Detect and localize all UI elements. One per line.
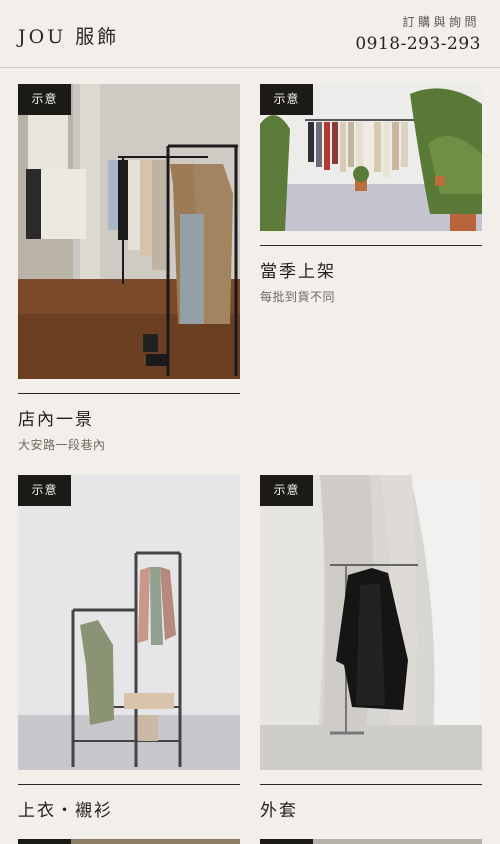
card-divider xyxy=(18,393,240,394)
card-divider xyxy=(260,784,482,785)
order-inquiry-label: 訂購與詢問 xyxy=(402,15,480,29)
card-title: 當季上架 xyxy=(260,262,336,282)
illustrative-badge: 示意 xyxy=(260,475,313,506)
illustrative-badge: 示意 xyxy=(18,475,71,506)
illustrative-badge: 示意 xyxy=(260,84,313,115)
card-subtitle: 大安路一段巷內 xyxy=(18,438,106,452)
card-divider xyxy=(260,245,482,246)
new-arrivals-photo: 示意 xyxy=(260,84,482,231)
site-header: JOU 服飾 訂購與詢問 0918-293-293 xyxy=(0,0,500,68)
gallery-card-coats[interactable]: 示意 外套 xyxy=(260,475,482,821)
card-divider xyxy=(18,784,240,785)
card-title: 上衣・襯衫 xyxy=(18,801,113,821)
gallery-card-tops-shirts[interactable]: 示意 上衣・襯衫 xyxy=(18,475,240,821)
brand-logo[interactable]: JOU 服飾 xyxy=(18,22,119,49)
coat-rack-photo: 示意 xyxy=(260,475,482,770)
next-card-photo-edge xyxy=(260,839,482,844)
store-interior-photo: 示意 xyxy=(18,84,240,379)
card-title: 外套 xyxy=(260,801,298,821)
tops-rack-photo: 示意 xyxy=(18,475,240,770)
next-card-photo-edge xyxy=(18,839,240,844)
card-subtitle: 每批到貨不同 xyxy=(260,290,336,304)
phone-link[interactable]: 0918-293-293 xyxy=(355,34,481,54)
card-title: 店內一景 xyxy=(18,410,94,430)
illustrative-badge: 示意 xyxy=(18,84,71,115)
gallery-card-new-arrivals[interactable]: 示意 當季上架 每批到貨不同 xyxy=(260,84,482,305)
gallery-card-store[interactable]: 示意 店內一景 大安路一段巷內 xyxy=(18,84,240,453)
